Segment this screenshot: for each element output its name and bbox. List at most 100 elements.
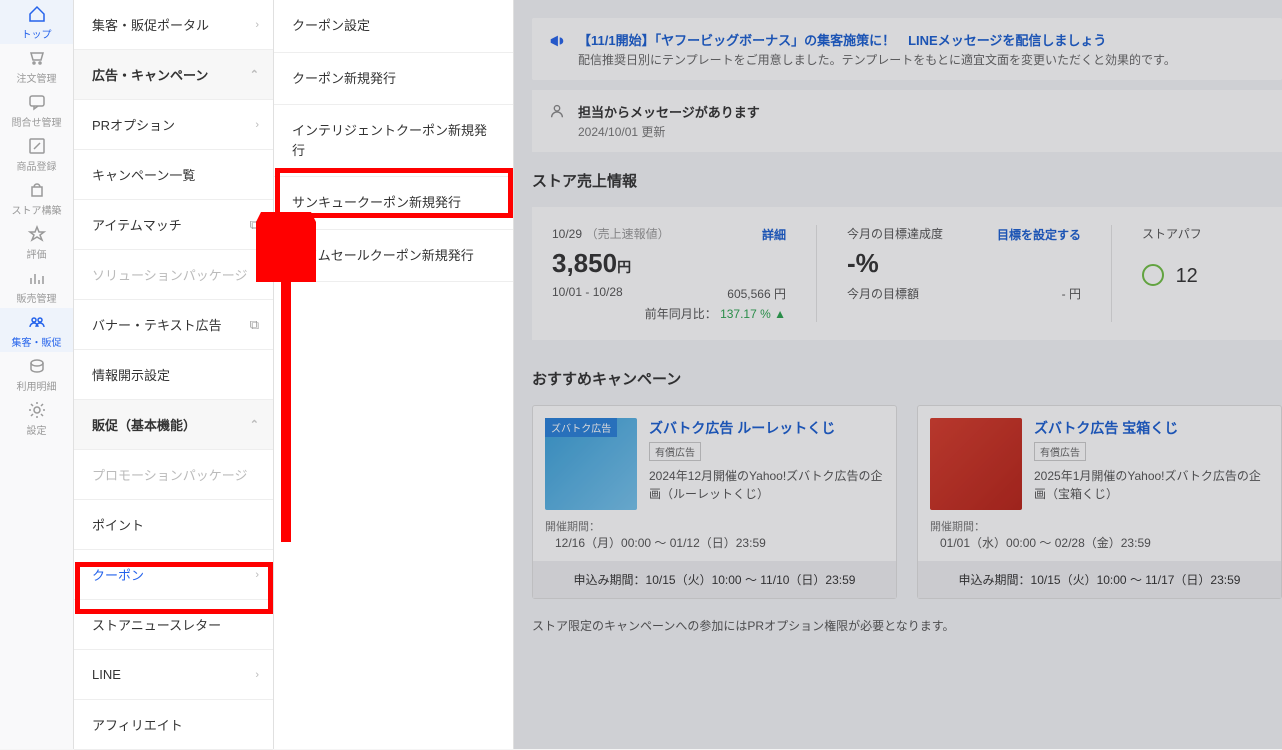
submenu-label: クーポン新規発行: [292, 71, 396, 86]
campaign-image: [930, 418, 1022, 510]
coupon-new[interactable]: クーポン新規発行: [274, 53, 513, 106]
submenu-label: タイムセールクーポン新規発行: [292, 248, 474, 263]
store-score: 12: [1176, 265, 1198, 287]
staff-message[interactable]: 担当からメッセージがあります 2024/10/01 更新: [532, 90, 1282, 152]
campaign-title: ズバトク広告 宝箱くじ: [1034, 418, 1269, 438]
chevron-right-icon: ›: [255, 19, 259, 31]
campaign-desc: 2025年1月開催のYahoo!ズバトク広告の企画（宝箱くじ）: [1034, 467, 1269, 503]
sidebar-label: 商品登録: [17, 158, 57, 173]
campaign-title: ズバトク広告 ルーレットくじ: [649, 418, 884, 438]
campaign-grid: ズバトク広告 ズバトク広告 ルーレットくじ 有償広告 2024年12月開催のYa…: [532, 405, 1282, 599]
staff-msg-title: 担当からメッセージがあります: [578, 102, 760, 121]
menu-campaign-header[interactable]: 広告・キャンペーン ⌃: [74, 50, 273, 100]
sidebar-item-marketing[interactable]: 集客・販促: [0, 308, 73, 352]
chevron-right-icon: ›: [255, 669, 259, 681]
sidebar-item-inquiry[interactable]: 問合せ管理: [0, 88, 73, 132]
campaign-heading: おすすめキャンペーン: [532, 368, 1282, 389]
yen-unit: 円: [617, 259, 631, 275]
store-perf-label: ストアパフ: [1142, 225, 1202, 242]
menu-label: 集客・販促ポータル: [92, 15, 209, 34]
sales-range: 10/01 - 10/28: [552, 285, 623, 299]
menu-label: バナー・テキスト広告: [92, 315, 222, 334]
coin-icon: [27, 356, 47, 376]
sidebar-label: 問合せ管理: [12, 114, 62, 129]
campaign-badge: 有償広告: [649, 442, 701, 461]
campaign-period: 01/01（水）00:00 ～ 02/28（金）23:59: [930, 534, 1269, 551]
sidebar-label: 評価: [27, 246, 47, 261]
menu-solution-pkg[interactable]: ソリューションパッケージ: [74, 250, 273, 300]
annotation-arrow: [256, 212, 316, 552]
sidebar-item-store[interactable]: ストア構築: [0, 176, 73, 220]
chevron-right-icon: ›: [255, 119, 259, 131]
menu-item-match[interactable]: アイテムマッチ ⧉: [74, 200, 273, 250]
menu-banner-ad[interactable]: バナー・テキスト広告 ⧉: [74, 300, 273, 350]
menu-disclosure[interactable]: 情報開示設定: [74, 350, 273, 400]
menu-label: アフィリエイト: [92, 715, 183, 734]
sidebar-label: 設定: [27, 422, 47, 437]
sales-date: 10/29: [552, 227, 582, 241]
menu-point[interactable]: ポイント: [74, 500, 273, 550]
campaign-card[interactable]: ズバトク広告 宝箱くじ 有償広告 2025年1月開催のYahoo!ズバトク広告の…: [917, 405, 1282, 599]
sales-amount: 3,850: [552, 248, 617, 278]
chart-icon: [27, 268, 47, 288]
menu-label: ソリューションパッケージ: [92, 265, 247, 284]
gear-icon: [27, 400, 47, 420]
submenu-label: インテリジェントクーポン新規発行: [292, 123, 487, 158]
menu-affiliate[interactable]: アフィリエイト: [74, 700, 273, 750]
sales-panel: 10/29 （売上速報値） 3,850円 詳細 10/01 - 10/28 60…: [532, 207, 1282, 340]
submenu-label: クーポン設定: [292, 18, 370, 33]
menu-line[interactable]: LINE ›: [74, 650, 273, 700]
menu-portal[interactable]: 集客・販促ポータル ›: [74, 0, 273, 50]
sidebar-item-settings[interactable]: 設定: [0, 396, 73, 440]
menu-label: 販促（基本機能）: [92, 415, 196, 434]
campaign-apply: 申込み期間：10/15（火）10:00 ～ 11/10（日）23:59: [533, 561, 896, 598]
menu-promo-pkg[interactable]: プロモーションパッケージ: [74, 450, 273, 500]
menu-pr-option[interactable]: PRオプション ›: [74, 100, 273, 150]
annotation-box-coupon: [75, 562, 273, 614]
sidebar-item-sales[interactable]: 販売管理: [0, 264, 73, 308]
campaign-apply: 申込み期間：10/15（火）10:00 ～ 11/17（日）23:59: [918, 561, 1281, 598]
notice-banner[interactable]: 【11/1開始】「ヤフービッグボーナス」の集客施策に！ LINEメッセージを配信…: [532, 18, 1282, 80]
sidebar-label: 集客・販促: [12, 334, 62, 349]
coupon-intelligent-new[interactable]: インテリジェントクーポン新規発行: [274, 105, 513, 177]
annotation-box-thankyou: [275, 168, 513, 218]
chevron-up-icon: ⌃: [250, 68, 259, 81]
sidebar-item-order[interactable]: 注文管理: [0, 44, 73, 88]
menu-label: プロモーションパッケージ: [92, 465, 247, 484]
goal-set-link[interactable]: 目標を設定する: [997, 226, 1081, 243]
menu-label: 広告・キャンペーン: [92, 65, 208, 84]
menu-label: PRオプション: [92, 115, 175, 134]
menu-promo-header[interactable]: 販促（基本機能） ⌃: [74, 400, 273, 450]
sidebar-label: 販売管理: [17, 290, 57, 305]
menu-campaign-list[interactable]: キャンペーン一覧: [74, 150, 273, 200]
sidebar-item-top[interactable]: トップ: [0, 0, 73, 44]
megaphone-icon: [548, 32, 566, 53]
goal-pct: -%: [847, 248, 879, 278]
menu-label: キャンペーン一覧: [92, 165, 195, 184]
sidebar-item-review[interactable]: 評価: [0, 220, 73, 264]
yoy-pct: 137.17 % ▲: [720, 307, 786, 321]
user-icon: [548, 102, 566, 140]
campaign-period: 12/16（月）00:00 ～ 01/12（日）23:59: [545, 534, 884, 551]
campaign-card[interactable]: ズバトク広告 ズバトク広告 ルーレットくじ 有償広告 2024年12月開催のYa…: [532, 405, 897, 599]
campaign-image: ズバトク広告: [545, 418, 637, 510]
sales-heading: ストア売上情報: [532, 170, 1282, 191]
sidebar-item-register[interactable]: 商品登録: [0, 132, 73, 176]
sidebar-label: トップ: [22, 26, 52, 41]
menu-label: ポイント: [92, 515, 144, 534]
sales-date-note: （売上速報値）: [586, 227, 670, 241]
campaign-note: ストア限定のキャンペーンへの参加にはPRオプション権限が必要となります。: [532, 617, 1282, 634]
chat-icon: [27, 92, 47, 112]
home-icon: [27, 4, 47, 24]
sales-detail-link[interactable]: 詳細: [762, 226, 786, 243]
staff-msg-date: 2024/10/01 更新: [578, 123, 760, 140]
sales-range-amount: 605,566 円: [727, 285, 786, 302]
cart-icon: [27, 48, 47, 68]
notice-title: 【11/1開始】「ヤフービッグボーナス」の集客施策に！ LINEメッセージを配信…: [578, 30, 1176, 49]
coupon-settings[interactable]: クーポン設定: [274, 0, 513, 53]
menu-label: 情報開示設定: [92, 365, 170, 384]
star-icon: [27, 224, 47, 244]
goal-label: 今月の目標達成度: [847, 225, 1081, 242]
goal-amt-label: 今月の目標額: [847, 287, 919, 301]
sidebar-item-billing[interactable]: 利用明細: [0, 352, 73, 396]
